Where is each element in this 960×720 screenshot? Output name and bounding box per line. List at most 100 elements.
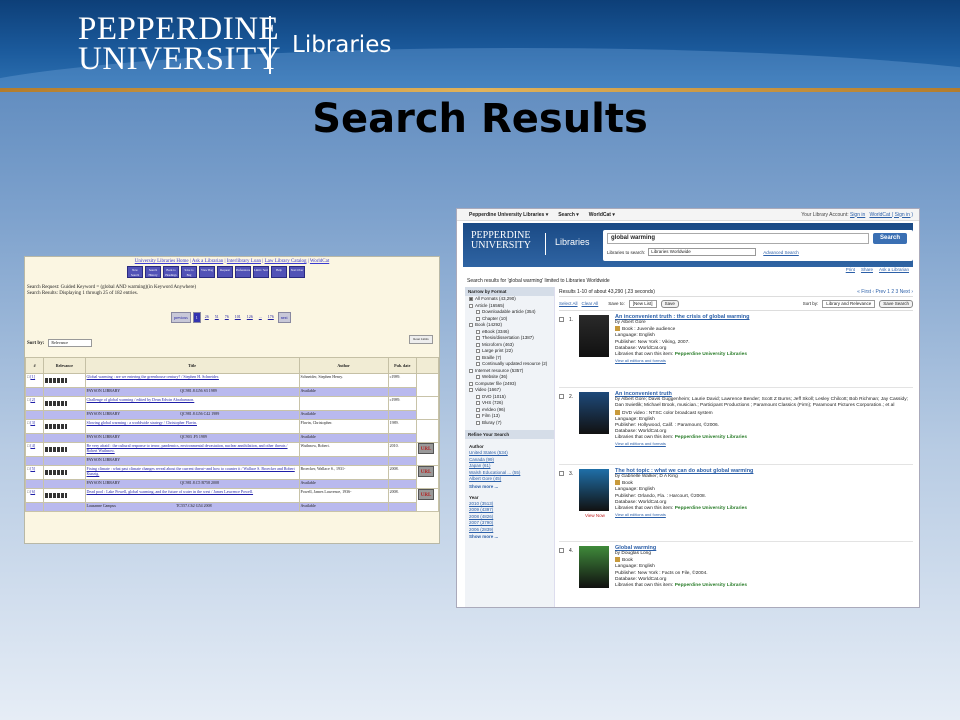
format-checkbox[interactable] <box>469 297 473 302</box>
old-nav-button[interactable]: New Search <box>127 266 143 278</box>
record-number-link[interactable]: [3] <box>30 420 35 425</box>
format-checkbox[interactable] <box>476 310 480 315</box>
owning-library-name[interactable]: Pepperdine University Libraries <box>675 506 747 511</box>
ask-librarian-link[interactable]: Ask a Librarian <box>879 267 909 272</box>
owning-library-name[interactable]: Pepperdine University Libraries <box>675 352 747 357</box>
old-nav-button[interactable]: Help <box>271 266 287 278</box>
old-pager-item[interactable]: 176 <box>266 312 276 323</box>
format-checkbox[interactable] <box>476 401 480 406</box>
share-link[interactable]: Share <box>861 267 873 272</box>
format-checkbox[interactable] <box>476 362 480 367</box>
old-pager-item[interactable]: 51 <box>213 312 221 323</box>
sort-select[interactable]: Relevance <box>48 339 93 347</box>
view-all-editions-link[interactable]: View all editions and formats <box>615 512 911 518</box>
url-button[interactable]: URL <box>418 489 434 500</box>
old-pager-item[interactable]: previous <box>171 312 191 323</box>
old-pager-item[interactable]: 1 <box>192 312 201 323</box>
save-search-button[interactable]: Save Search <box>879 299 913 308</box>
owning-library-name[interactable]: Pepperdine University Libraries <box>675 583 747 588</box>
old-nav-button[interactable]: Search History <box>145 266 161 278</box>
old-top-link[interactable]: University Libraries Home <box>135 259 189 264</box>
old-top-link[interactable]: Ask a Librarian <box>192 259 223 264</box>
limit-select[interactable]: Libraries Worldwide <box>648 248 757 256</box>
record-number[interactable]: □ [6] <box>25 488 45 503</box>
record-title-link[interactable]: Fixing climate : what past climate chang… <box>87 466 295 476</box>
topbar-library[interactable]: Pepperdine University Libraries ▾ <box>469 212 548 218</box>
result-checkbox[interactable] <box>559 394 564 399</box>
reset-limits-button[interactable]: Reset Limits <box>409 335 433 344</box>
format-checkbox[interactable] <box>476 336 480 341</box>
results-pager[interactable]: « First ‹ Prev 1 2 3 Next › <box>857 287 913 296</box>
record-number[interactable]: □ [5] <box>25 465 45 480</box>
format-checkbox[interactable] <box>476 394 480 399</box>
old-pager-item[interactable]: 26 <box>203 312 211 323</box>
format-checkbox[interactable] <box>469 368 473 373</box>
format-checkbox[interactable] <box>476 355 480 360</box>
advanced-search-link[interactable]: Advanced Search <box>763 250 799 255</box>
old-nav-button[interactable]: Limit / Sort <box>253 266 269 278</box>
search-button[interactable]: Search <box>873 233 907 244</box>
record-number-link[interactable]: [6] <box>30 489 35 494</box>
old-top-link[interactable]: Law Library Catalog <box>265 259 307 264</box>
print-link[interactable]: Print <box>846 267 855 272</box>
result-checkbox[interactable] <box>559 548 564 553</box>
format-checkbox[interactable] <box>476 407 480 412</box>
record-number-link[interactable]: [2] <box>30 397 35 402</box>
record-title-link[interactable]: Slowing global warming : a worldwide str… <box>87 420 197 425</box>
record-title-link[interactable]: Dead pool : Lake Powell, global warming,… <box>87 489 254 494</box>
old-nav-button[interactable]: Save to Bag <box>181 266 197 278</box>
select-all-link[interactable]: Select All <box>559 301 578 306</box>
record-number-link[interactable]: [5] <box>30 466 35 471</box>
format-checkbox[interactable] <box>469 388 473 393</box>
old-top-link[interactable]: WorldCat <box>310 259 329 264</box>
record-title-link[interactable]: Be very afraid : the cultural response t… <box>87 443 288 453</box>
format-checkbox[interactable] <box>469 323 473 328</box>
format-checkbox[interactable] <box>469 303 473 308</box>
book-cover-thumbnail[interactable] <box>579 469 609 511</box>
view-all-editions-link[interactable]: View all editions and formats <box>615 441 911 447</box>
author-show-more[interactable]: Show more ... <box>465 483 554 490</box>
old-pager-item[interactable]: ... <box>257 312 264 323</box>
format-checkbox[interactable] <box>476 342 480 347</box>
view-all-editions-link[interactable]: View all editions and formats <box>615 358 911 364</box>
search-input[interactable]: global warming <box>607 233 869 244</box>
result-checkbox[interactable] <box>559 317 564 322</box>
format-checkbox[interactable] <box>476 414 480 419</box>
record-title-link[interactable]: Global warming : are we entering the gre… <box>87 374 219 379</box>
format-checkbox[interactable] <box>476 329 480 334</box>
record-number[interactable]: □ [1] <box>25 373 45 388</box>
record-number-link[interactable]: [4] <box>30 443 35 448</box>
sign-in-link[interactable]: Sign in <box>850 212 865 218</box>
topbar-worldcat[interactable]: WorldCat ▾ <box>589 212 615 218</box>
format-checkbox[interactable] <box>476 349 480 354</box>
old-nav-button[interactable]: View Bag <box>199 266 215 278</box>
format-facet-item[interactable]: Bluray (7) <box>465 420 554 427</box>
owning-library-name[interactable]: Pepperdine University Libraries <box>675 435 747 440</box>
format-checkbox[interactable] <box>476 420 480 425</box>
format-checkbox[interactable] <box>476 375 480 380</box>
topbar-search[interactable]: Search ▾ <box>558 212 579 218</box>
worldcat-sign-in-link[interactable]: WorldCat ( Sign in ) <box>869 212 913 218</box>
old-pager-item[interactable]: 126 <box>245 312 255 323</box>
old-nav-button[interactable]: Preferences <box>235 266 251 278</box>
clear-all-link[interactable]: Clear All <box>582 301 599 306</box>
old-nav-button[interactable]: Request <box>217 266 233 278</box>
record-title-link[interactable]: Challenge of global warming / edited by … <box>87 397 195 402</box>
format-checkbox[interactable] <box>469 381 473 386</box>
url-button[interactable]: URL <box>418 466 434 477</box>
record-number-link[interactable]: [1] <box>30 374 35 379</box>
old-pager-item[interactable]: 101 <box>233 312 243 323</box>
view-now-link[interactable]: View Now <box>585 513 605 518</box>
format-checkbox[interactable] <box>476 316 480 321</box>
old-nav-button[interactable]: Start Over <box>289 266 305 278</box>
book-cover-thumbnail[interactable] <box>579 392 609 434</box>
old-top-link[interactable]: Interlibrary Loan <box>227 259 261 264</box>
url-button[interactable]: URL <box>418 443 434 454</box>
record-number[interactable]: □ [2] <box>25 396 45 411</box>
book-cover-thumbnail[interactable] <box>579 546 609 588</box>
old-pager-item[interactable]: 76 <box>223 312 231 323</box>
save-to-select[interactable]: [New List] <box>628 299 657 308</box>
year-show-more[interactable]: Show more ... <box>465 533 554 540</box>
record-number[interactable]: □ [4] <box>25 442 45 457</box>
save-button[interactable]: Save <box>660 299 679 308</box>
